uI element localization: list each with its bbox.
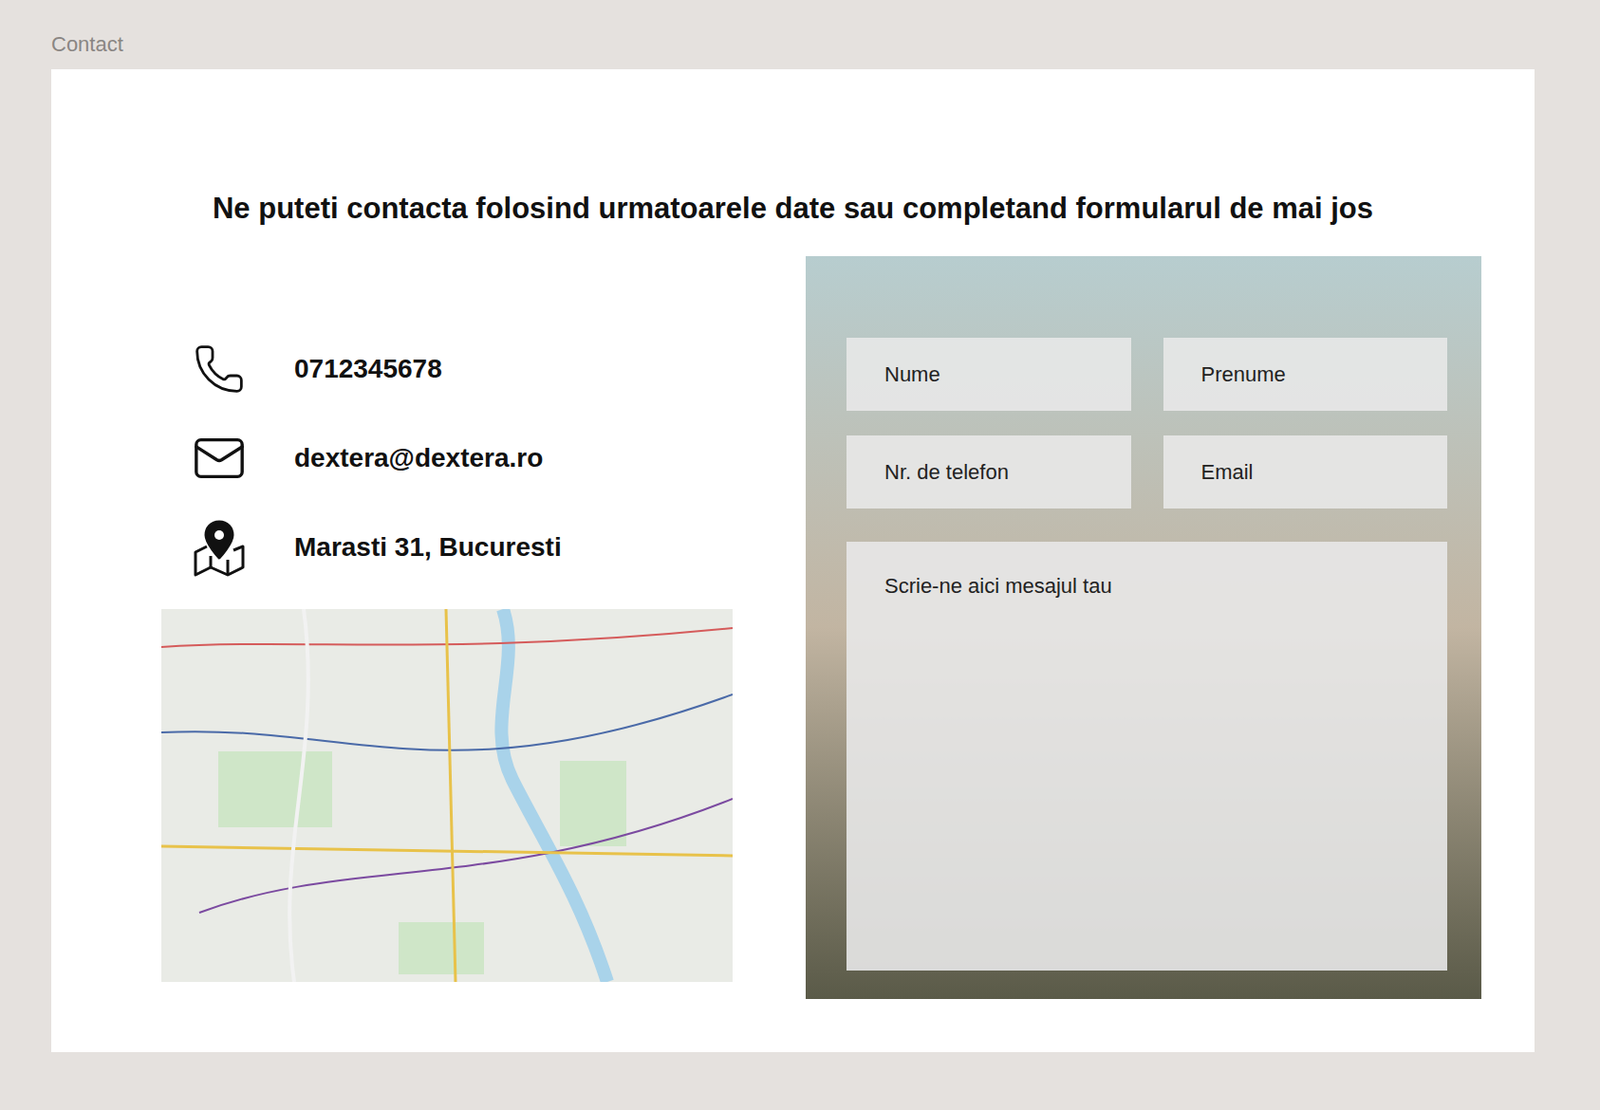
map[interactable] [161,609,733,983]
contact-row: dextera@dextera.ro [191,428,733,488]
page-title: Contact [51,28,1549,70]
form-input[interactable] [846,337,1132,411]
contact-row: Marasti 31, Bucuresti [191,518,733,577]
contact-form [846,337,1448,971]
form-panel [805,256,1482,1000]
message-input[interactable] [846,541,1448,971]
email-icon [191,430,247,486]
contact-info: 0712345678 dextera@dextera.ro Marasti 31, … [161,256,733,1000]
page: Contact Ne puteti contacta folosind urmat… [0,0,1600,1110]
contact-card: Ne puteti contacta folosind urmatoarele … [51,69,1535,1053]
phone-icon [192,342,246,396]
contact-text[interactable]: dextera@dextera.ro [294,438,543,479]
contact-text: Marasti 31, Bucuresti [294,527,562,568]
form-input[interactable] [1163,435,1449,509]
map-roads-icon [161,609,733,983]
contact-row: 0712345678 [191,339,733,399]
map-pin-icon [191,518,247,577]
form-input[interactable] [846,435,1132,509]
heading: Ne puteti contacta folosind urmatoarele … [104,190,1482,228]
form-input[interactable] [1163,337,1449,411]
contact-text[interactable]: 0712345678 [294,349,443,390]
